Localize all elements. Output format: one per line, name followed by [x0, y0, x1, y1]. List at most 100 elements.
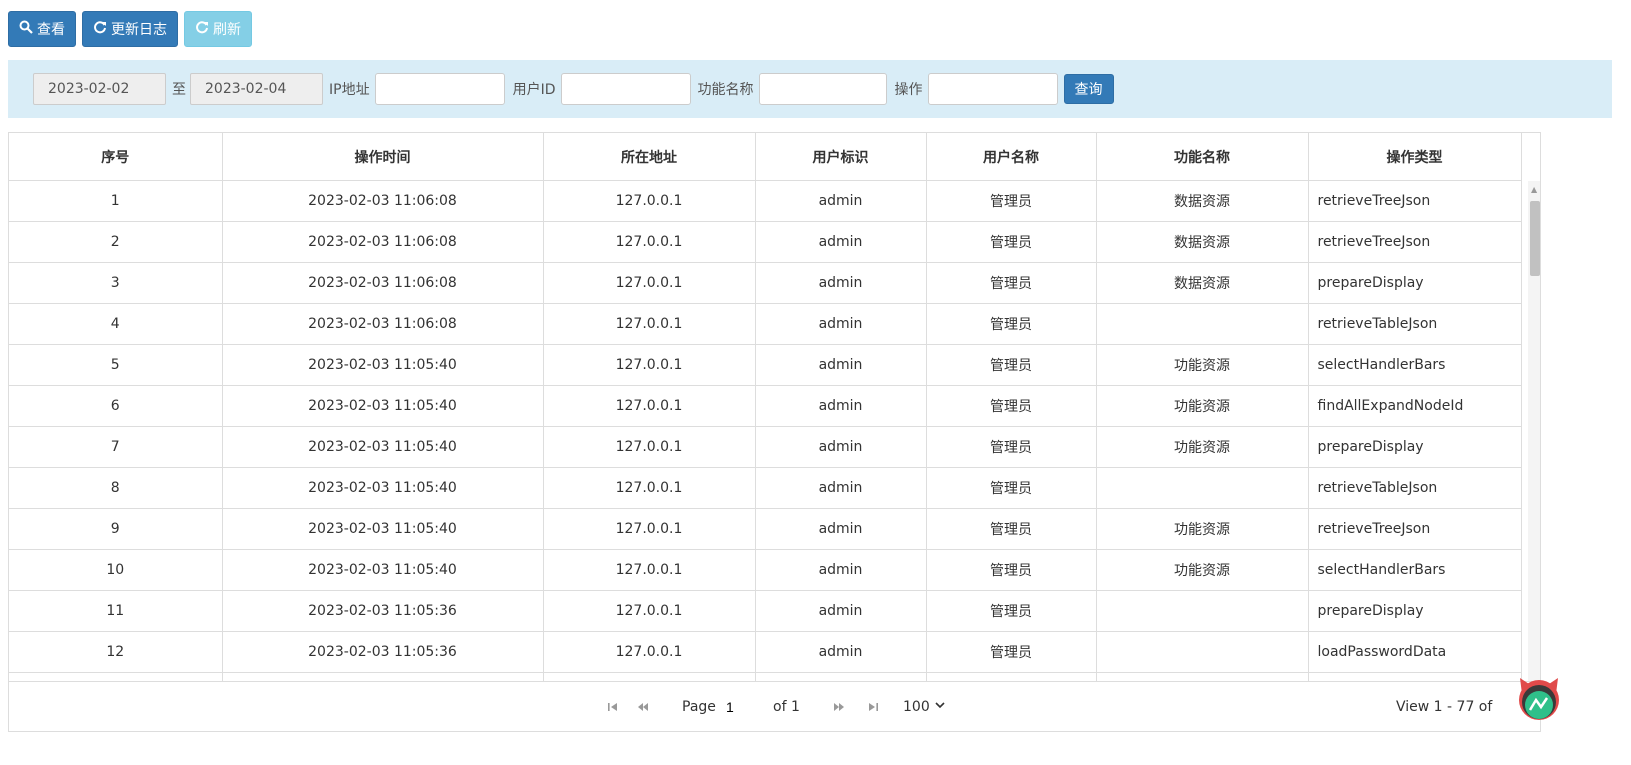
cell-no: 8: [9, 467, 223, 509]
table-row[interactable]: 6 2023-02-03 11:05:40 127.0.0.1 admin 管理员 功能资…: [9, 385, 1522, 427]
table-row[interactable]: 8 2023-02-03 11:05:40 127.0.0.1 admin 管理员 ret…: [9, 467, 1522, 509]
query-button[interactable]: 查询: [1063, 74, 1114, 104]
cell-user-id: admin: [755, 262, 927, 304]
table-row[interactable]: 4 2023-02-03 11:06:08 127.0.0.1 admin 管理员 ret…: [9, 303, 1522, 345]
user-id-input[interactable]: [560, 73, 691, 105]
column-header-function[interactable]: 功能名称: [1096, 133, 1309, 181]
cell-function: [1096, 590, 1309, 632]
column-header-address[interactable]: 所在地址: [543, 133, 756, 181]
cell-user-name: 管理员: [926, 590, 1097, 632]
column-header-user-id[interactable]: 用户标识: [755, 133, 927, 181]
cell-time: 2023-02-03 11:06:08: [222, 221, 544, 263]
column-header-user-name[interactable]: 用户名称: [926, 133, 1097, 181]
cell-time: 2023-02-03 11:05:40: [222, 508, 544, 550]
ip-input[interactable]: [374, 73, 505, 105]
table-row[interactable]: 12 2023-02-03 11:05:36 127.0.0.1 admin 管理员 lo…: [9, 631, 1522, 673]
cell-user-name: 管理员: [926, 180, 1097, 222]
page-size-value: 100: [903, 699, 930, 715]
cell-address: 127.0.0.1: [543, 508, 756, 550]
column-header-operation[interactable]: 操作类型: [1308, 133, 1522, 181]
table-row[interactable]: 10 2023-02-03 11:05:40 127.0.0.1 admin 管理员 功能…: [9, 549, 1522, 591]
table-row[interactable]: 11 2023-02-03 11:05:36 127.0.0.1 admin 管理员 pr…: [9, 590, 1522, 632]
cell-user-id: admin: [755, 344, 927, 386]
empty-cell: [9, 672, 223, 681]
first-page-icon[interactable]: [607, 682, 619, 732]
cell-function: 功能资源: [1096, 508, 1309, 550]
cell-user-name: 管理员: [926, 508, 1097, 550]
last-page-icon[interactable]: [867, 682, 879, 732]
table-row-partial: [9, 672, 1522, 681]
page-number-input[interactable]: [726, 696, 768, 718]
view-button[interactable]: 查看: [8, 11, 76, 47]
cell-address: 127.0.0.1: [543, 426, 756, 468]
ip-label: IP地址: [329, 82, 370, 98]
filter-bar: 2023-02-02 至 2023-02-04 IP地址 用户ID 功能名称 操…: [8, 60, 1612, 118]
cell-function: 数据资源: [1096, 221, 1309, 263]
cell-address: 127.0.0.1: [543, 467, 756, 509]
table-row[interactable]: 7 2023-02-03 11:05:40 127.0.0.1 admin 管理员 功能资…: [9, 426, 1522, 468]
cell-user-id: admin: [755, 180, 927, 222]
log-table: 序号 操作时间 所在地址 用户标识 用户名称 功能名称 操作类型 1 2023-0…: [8, 132, 1541, 682]
page-size-select[interactable]: 100: [903, 682, 946, 732]
empty-cell: [755, 672, 927, 681]
cell-function: 数据资源: [1096, 180, 1309, 222]
cell-operation: retrieveTableJson: [1308, 303, 1522, 345]
cell-address: 127.0.0.1: [543, 549, 756, 591]
toolbar: 查看 更新日志 刷新: [8, 11, 252, 47]
empty-cell: [222, 672, 544, 681]
column-header-time[interactable]: 操作时间: [222, 133, 544, 181]
cell-no: 11: [9, 590, 223, 632]
table-row[interactable]: 2 2023-02-03 11:06:08 127.0.0.1 admin 管理员 数据资…: [9, 221, 1522, 263]
cell-address: 127.0.0.1: [543, 221, 756, 263]
cell-user-name: 管理员: [926, 426, 1097, 468]
cell-operation: retrieveTreeJson: [1308, 508, 1522, 550]
table-row[interactable]: 3 2023-02-03 11:06:08 127.0.0.1 admin 管理员 数据资…: [9, 262, 1522, 304]
cell-time: 2023-02-03 11:06:08: [222, 180, 544, 222]
cell-no: 7: [9, 426, 223, 468]
cell-no: 6: [9, 385, 223, 427]
cell-user-id: admin: [755, 590, 927, 632]
refresh-button[interactable]: 刷新: [184, 11, 252, 47]
cell-address: 127.0.0.1: [543, 631, 756, 673]
table-row[interactable]: 1 2023-02-03 11:06:08 127.0.0.1 admin 管理员 数据资…: [9, 180, 1522, 222]
view-button-label: 查看: [37, 22, 65, 38]
scrollbar-thumb[interactable]: [1530, 201, 1540, 276]
scroll-up-icon[interactable]: ▲: [1531, 185, 1537, 194]
table-row[interactable]: 5 2023-02-03 11:05:40 127.0.0.1 admin 管理员 功能资…: [9, 344, 1522, 386]
date-to-field[interactable]: 2023-02-04: [190, 73, 323, 105]
assistant-mascot-icon[interactable]: [1512, 672, 1566, 726]
page-of-label: of 1: [773, 699, 800, 715]
view-range-text: View 1 - 77 of: [1396, 699, 1493, 715]
cell-user-name: 管理员: [926, 385, 1097, 427]
cell-user-id: admin: [755, 221, 927, 263]
cell-no: 1: [9, 180, 223, 222]
cell-function: [1096, 467, 1309, 509]
cell-operation: loadPasswordData: [1308, 631, 1522, 673]
prev-page-icon[interactable]: [637, 682, 649, 732]
next-page-icon[interactable]: [833, 682, 845, 732]
cell-no: 12: [9, 631, 223, 673]
date-from-field[interactable]: 2023-02-02: [33, 73, 166, 105]
cell-function: 功能资源: [1096, 344, 1309, 386]
page-label: Page: [682, 699, 716, 715]
pager: Page of 1 100 View 1 - 77 of: [8, 682, 1541, 732]
table-row[interactable]: 9 2023-02-03 11:05:40 127.0.0.1 admin 管理员 功能资…: [9, 508, 1522, 550]
column-header-no[interactable]: 序号: [9, 133, 223, 181]
cell-address: 127.0.0.1: [543, 262, 756, 304]
cell-user-name: 管理员: [926, 549, 1097, 591]
cell-no: 3: [9, 262, 223, 304]
cell-operation: retrieveTreeJson: [1308, 180, 1522, 222]
table-header-row: 序号 操作时间 所在地址 用户标识 用户名称 功能名称 操作类型: [9, 133, 1522, 181]
function-name-input[interactable]: [758, 73, 887, 105]
cell-function: 功能资源: [1096, 426, 1309, 468]
cell-user-id: admin: [755, 426, 927, 468]
cell-operation: retrieveTableJson: [1308, 467, 1522, 509]
cell-time: 2023-02-03 11:06:08: [222, 262, 544, 304]
cell-time: 2023-02-03 11:05:40: [222, 426, 544, 468]
refresh-button-label: 刷新: [213, 22, 241, 38]
cell-function: 功能资源: [1096, 385, 1309, 427]
update-log-button[interactable]: 更新日志: [82, 11, 178, 47]
operation-input[interactable]: [927, 73, 1058, 105]
vertical-scrollbar[interactable]: ▲: [1528, 181, 1540, 681]
cell-operation: prepareDisplay: [1308, 426, 1522, 468]
